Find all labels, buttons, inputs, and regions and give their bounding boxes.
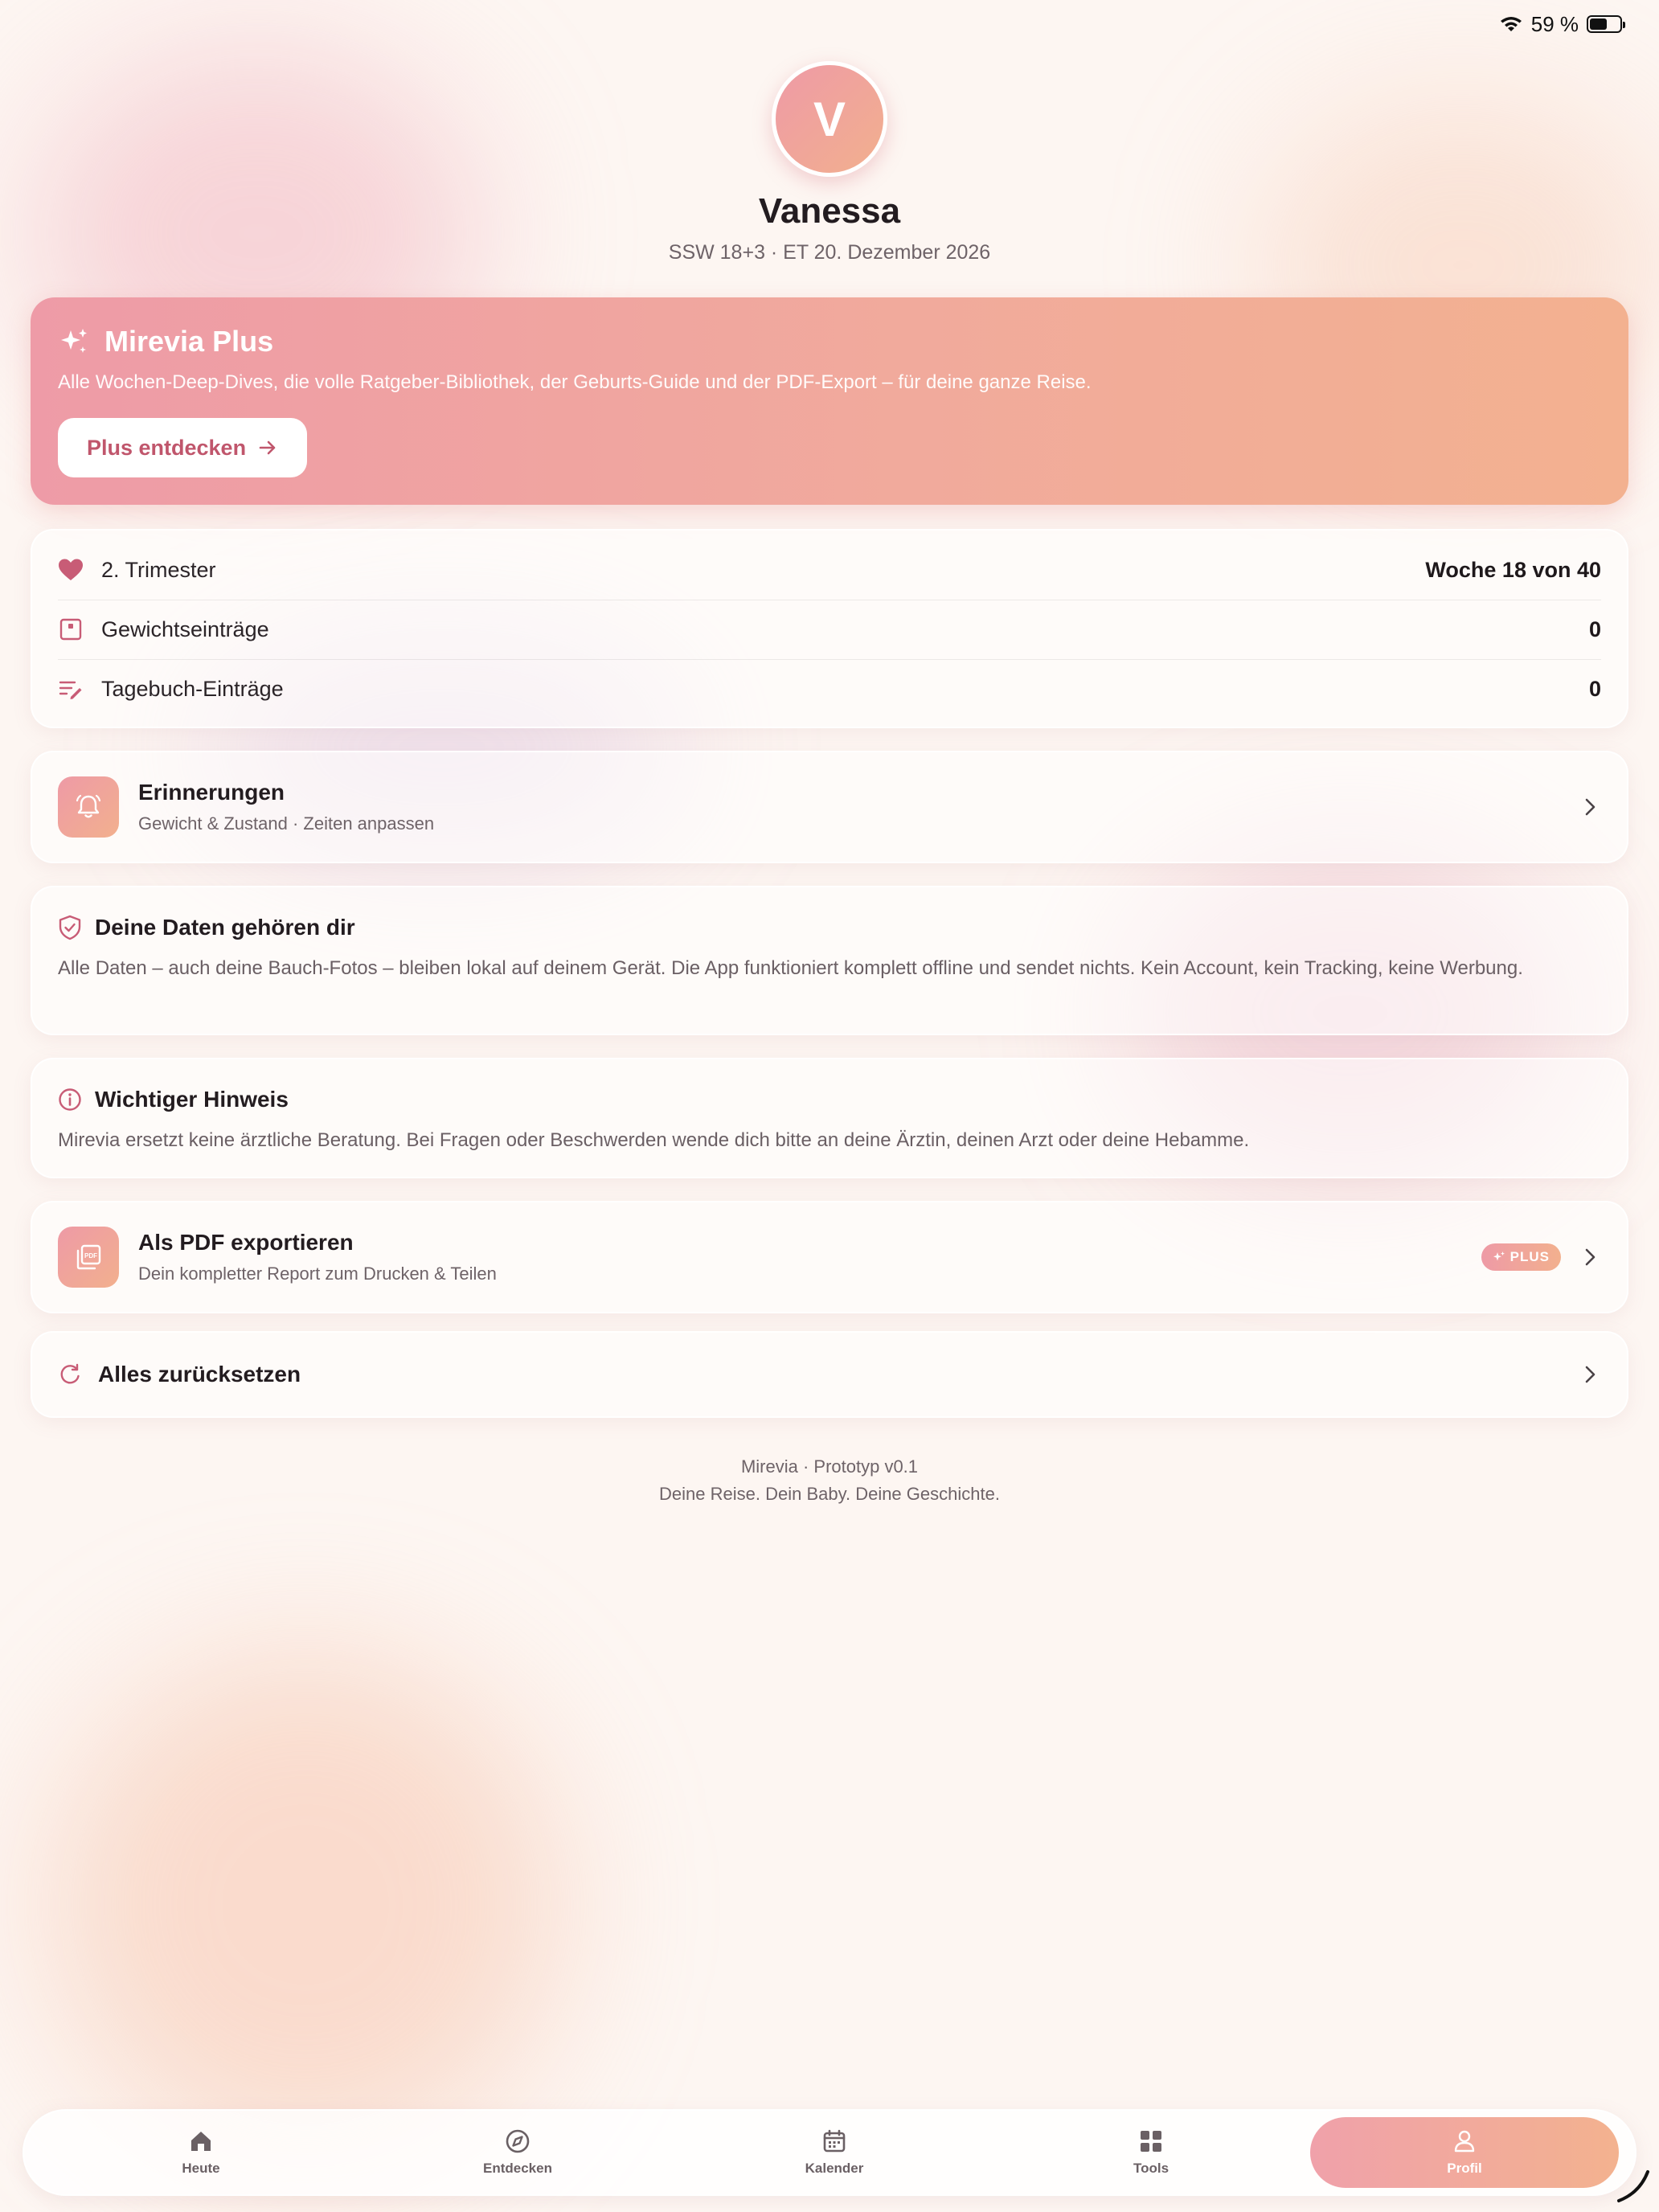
- chevron-right-icon: [1585, 798, 1596, 816]
- battery-percent: 59 %: [1530, 11, 1579, 36]
- grid-icon: [1141, 2131, 1161, 2152]
- tab-entdecken[interactable]: Entdecken: [363, 2117, 672, 2188]
- compass-icon: [506, 2129, 530, 2153]
- reset-row[interactable]: Alles zurücksetzen: [31, 1331, 1628, 1418]
- notice-title: Wichtiger Hinweis: [95, 1087, 289, 1112]
- stat-value: Woche 18 von 40: [1425, 557, 1601, 582]
- wifi-icon: [1500, 17, 1522, 31]
- calendar-icon: [823, 2129, 846, 2153]
- scale-icon: [59, 618, 82, 641]
- reminders-subtitle: Gewicht & Zustand · Zeiten anpassen: [138, 813, 435, 834]
- reminders-row[interactable]: Erinnerungen Gewicht & Zustand · Zeiten …: [31, 751, 1628, 863]
- status-bar: 59 %: [1499, 10, 1625, 39]
- tab-label: Heute: [182, 2161, 220, 2176]
- privacy-title: Deine Daten gehören dir: [95, 915, 355, 940]
- home-indicator-corner: [1617, 2170, 1649, 2202]
- plus-description: Alle Wochen-Deep-Dives, die volle Ratgeb…: [58, 371, 1092, 393]
- stat-row-trimester: 2. Trimester Woche 18 von 40: [58, 540, 1601, 600]
- sparkles-icon: [61, 329, 87, 353]
- tab-label: Profil: [1447, 2161, 1482, 2176]
- notice-text: Mirevia ersetzt keine ärztliche Beratung…: [58, 1129, 1250, 1151]
- notice-card: Wichtiger Hinweis Mirevia ersetzt keine …: [31, 1058, 1628, 1178]
- reset-label: Alles zurücksetzen: [98, 1362, 301, 1387]
- arrow-right-icon: [259, 440, 276, 455]
- stat-value: 0: [1588, 676, 1601, 701]
- plus-title-text: Mirevia Plus: [104, 325, 274, 358]
- plus-badge: PLUS: [1481, 1243, 1561, 1271]
- footer-version: Mirevia · Prototyp v0.1: [740, 1456, 919, 1477]
- stat-row-weight: Gewichtseinträge 0: [58, 600, 1601, 659]
- tab-heute[interactable]: Heute: [47, 2117, 355, 2188]
- svg-text:PDF: PDF: [84, 1252, 97, 1260]
- privacy-text: Alle Daten – auch deine Bauch-Fotos – bl…: [58, 957, 1523, 979]
- reset-icon: [60, 1363, 80, 1384]
- heart-icon: [59, 559, 83, 580]
- chevron-right-icon: [1585, 1366, 1596, 1383]
- sparkles-icon: [1493, 1251, 1505, 1261]
- stat-label: Tagebuch-Einträge: [101, 676, 284, 701]
- home-icon: [191, 2132, 211, 2151]
- info-icon: [59, 1088, 81, 1111]
- stat-row-journal: Tagebuch-Einträge 0: [58, 659, 1601, 719]
- plus-discover-label: Plus entdecken: [87, 435, 247, 460]
- tab-bar: Heute Entdecken Kalender Tools Profil: [23, 2109, 1636, 2196]
- chevron-right-icon: [1585, 1248, 1596, 1266]
- tab-label: Tools: [1133, 2161, 1169, 2176]
- plus-promo-card: Mirevia Plus Alle Wochen-Deep-Dives, die…: [31, 297, 1628, 505]
- tab-profil[interactable]: Profil: [1310, 2117, 1619, 2188]
- tab-label: Kalender: [805, 2161, 864, 2176]
- privacy-card: Deine Daten gehören dir Alle Daten – auc…: [31, 886, 1628, 1035]
- stat-value: 0: [1588, 616, 1601, 641]
- stat-label: 2. Trimester: [101, 557, 216, 582]
- app-footer: Mirevia · Prototyp v0.1 Deine Reise. Dei…: [0, 1453, 1659, 1508]
- pdf-export-subtitle: Dein kompletter Report zum Drucken & Tei…: [138, 1264, 497, 1284]
- stats-card: 2. Trimester Woche 18 von 40 Gewichtsein…: [31, 529, 1628, 728]
- avatar[interactable]: V: [772, 61, 887, 177]
- tab-tools[interactable]: Tools: [997, 2117, 1305, 2188]
- profile-name: Vanessa: [758, 191, 901, 231]
- tab-kalender[interactable]: Kalender: [680, 2117, 989, 2188]
- user-icon: [1454, 2130, 1475, 2153]
- battery-icon: [1587, 15, 1625, 33]
- plus-badge-label: PLUS: [1509, 1249, 1550, 1264]
- stat-label: Gewichtseinträge: [101, 616, 269, 641]
- pdf-icon: PDF: [76, 1244, 101, 1270]
- pregnancy-info: SSW 18+3 · ET 20. Dezember 2026: [668, 241, 991, 264]
- pdf-export-row[interactable]: PDF Als PDF exportieren Dein kompletter …: [31, 1201, 1628, 1313]
- shield-check-icon: [59, 915, 81, 940]
- reminders-title: Erinnerungen: [138, 780, 285, 805]
- pdf-export-title: Als PDF exportieren: [138, 1230, 354, 1255]
- footer-tagline: Deine Reise. Dein Baby. Deine Geschichte…: [659, 1484, 1000, 1504]
- bell-icon: [76, 794, 101, 818]
- tab-label: Entdecken: [483, 2161, 552, 2176]
- plus-title: Mirevia Plus: [58, 325, 273, 358]
- plus-discover-button[interactable]: Plus entdecken: [58, 418, 308, 477]
- notes-edit-icon: [59, 681, 82, 699]
